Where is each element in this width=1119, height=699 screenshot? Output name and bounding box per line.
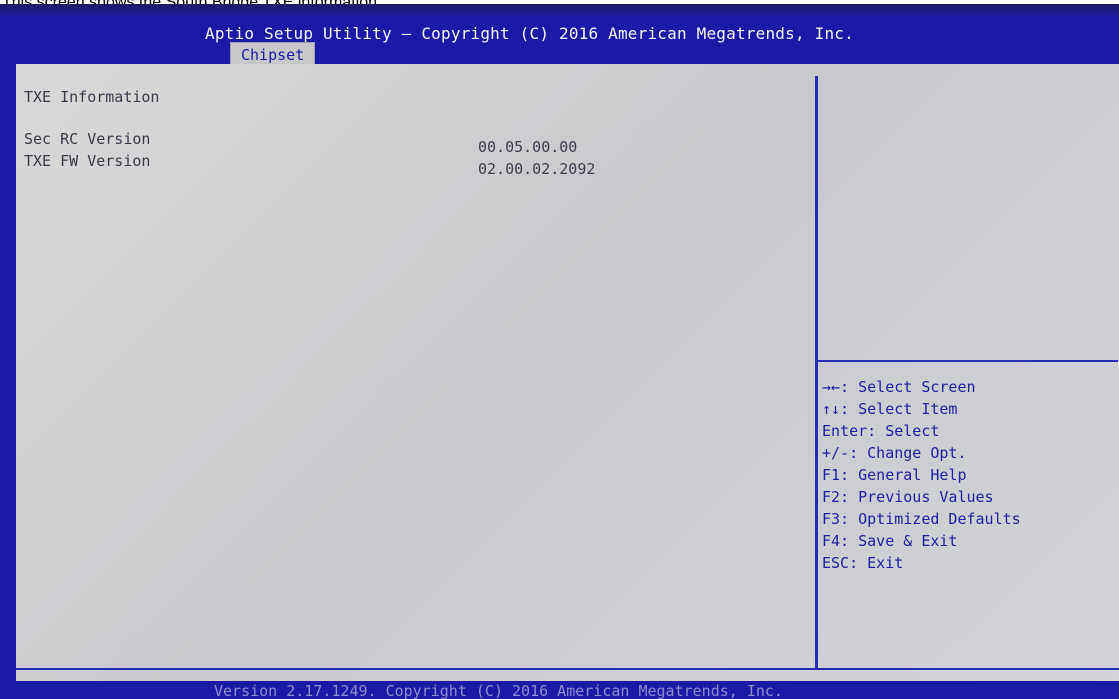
help-change-opt: +/-: Change Opt. bbox=[822, 444, 967, 462]
txe-fw-version-value: 02.00.02.2092 bbox=[478, 160, 596, 178]
bottom-divider bbox=[16, 668, 1119, 670]
bios-screen: Aptio Setup Utility – Copyright (C) 2016… bbox=[0, 4, 1119, 699]
section-title: TXE Information bbox=[24, 88, 160, 106]
help-general-help: F1: General Help bbox=[822, 466, 967, 484]
main-panel: TXE Information Sec RC Version 00.05.00.… bbox=[16, 64, 1119, 691]
help-enter-select: Enter: Select bbox=[822, 422, 940, 440]
bios-title: Aptio Setup Utility – Copyright (C) 2016… bbox=[205, 24, 854, 43]
footer-version-text: Version 2.17.1249. Copyright (C) 2016 Am… bbox=[214, 682, 783, 699]
help-optimized-defaults: F3: Optimized Defaults bbox=[822, 510, 1021, 528]
help-previous-values: F2: Previous Values bbox=[822, 488, 994, 506]
help-esc-exit: ESC: Exit bbox=[822, 554, 904, 572]
help-divider bbox=[818, 360, 1118, 362]
help-panel: →←: Select Screen ↑↓: Select Item Enter:… bbox=[822, 376, 1021, 574]
footer-bar: Version 2.17.1249. Copyright (C) 2016 Am… bbox=[0, 681, 1119, 699]
sec-rc-version-label: Sec RC Version bbox=[24, 130, 151, 148]
help-select-item: ↑↓: Select Item bbox=[822, 400, 958, 418]
help-select-screen: →←: Select Screen bbox=[822, 378, 976, 396]
sec-rc-version-value: 00.05.00.00 bbox=[478, 138, 578, 156]
help-save-exit: F4: Save & Exit bbox=[822, 532, 958, 550]
vertical-divider bbox=[815, 76, 818, 668]
txe-fw-version-label: TXE FW Version bbox=[24, 152, 151, 170]
